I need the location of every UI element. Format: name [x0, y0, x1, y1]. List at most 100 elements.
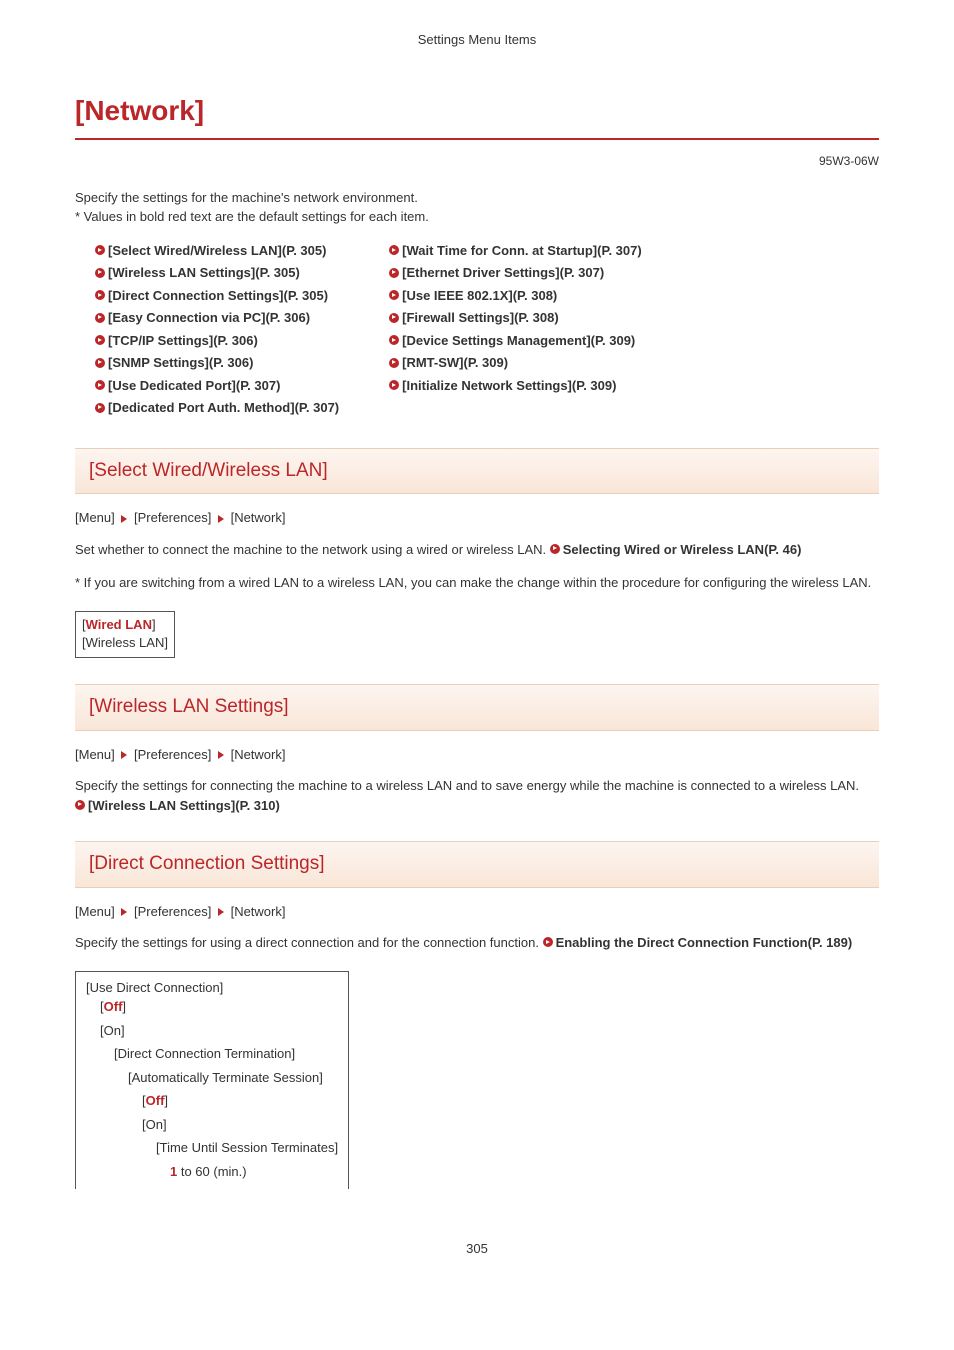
toc-link[interactable]: [Dedicated Port Auth. Method](P. 307) — [95, 398, 339, 418]
section-heading-direct-conn: [Direct Connection Settings] — [75, 841, 879, 888]
toc-link-label: [Wireless LAN Settings](P. 305) — [108, 263, 300, 283]
breadcrumb: [Menu] [Preferences] [Network] — [75, 745, 879, 765]
breadcrumb: [Menu] [Preferences] [Network] — [75, 902, 879, 922]
toc-link[interactable]: [TCP/IP Settings](P. 306) — [95, 331, 339, 351]
breadcrumb: [Menu] [Preferences] [Network] — [75, 508, 879, 528]
inline-xref-label: Enabling the Direct Connection Function(… — [556, 935, 853, 950]
crumb-network: [Network] — [231, 510, 286, 525]
section-note: * If you are switching from a wired LAN … — [75, 573, 879, 593]
bullet-arrow-icon — [389, 335, 399, 345]
crumb-menu: [Menu] — [75, 747, 115, 762]
crumb-menu: [Menu] — [75, 904, 115, 919]
crumb-network: [Network] — [231, 747, 286, 762]
toc-link[interactable]: [Wireless LAN Settings](P. 305) — [95, 263, 339, 283]
page-title: [Network] — [75, 90, 879, 140]
default-value: Off — [104, 999, 123, 1014]
chevron-right-icon — [121, 515, 127, 523]
crumb-preferences: [Preferences] — [134, 747, 211, 762]
toc-link-label: [Direct Connection Settings](P. 305) — [108, 286, 328, 306]
chevron-right-icon — [218, 515, 224, 523]
chevron-right-icon — [121, 908, 127, 916]
range-rest: to 60 (min.) — [177, 1164, 246, 1179]
toc-link[interactable]: [Firewall Settings](P. 308) — [389, 308, 642, 328]
inline-xref-link[interactable]: [Wireless LAN Settings](P. 310) — [75, 798, 280, 813]
toc-link-label: [TCP/IP Settings](P. 306) — [108, 331, 258, 351]
default-value: Off — [146, 1093, 165, 1108]
section-body: Specify the settings for connecting the … — [75, 776, 879, 815]
bullet-arrow-icon — [389, 290, 399, 300]
bullet-arrow-icon — [389, 245, 399, 255]
section-body: Set whether to connect the machine to th… — [75, 540, 879, 560]
chevron-right-icon — [121, 751, 127, 759]
toc-link[interactable]: [Device Settings Management](P. 309) — [389, 331, 642, 351]
toc-link-label: [Initialize Network Settings](P. 309) — [402, 376, 616, 396]
running-header: Settings Menu Items — [75, 30, 879, 50]
crumb-preferences: [Preferences] — [134, 904, 211, 919]
tree-node: [Use Direct Connection] — [86, 978, 338, 998]
toc-link-label: [Device Settings Management](P. 309) — [402, 331, 635, 351]
tree-node: [Automatically Terminate Session] — [128, 1068, 338, 1088]
bullet-arrow-icon — [95, 245, 105, 255]
section-body: Specify the settings for using a direct … — [75, 933, 879, 953]
toc-col-left: [Select Wired/Wireless LAN](P. 305) [Wir… — [95, 241, 339, 418]
inline-xref-link[interactable]: Selecting Wired or Wireless LAN(P. 46) — [550, 542, 802, 557]
bullet-arrow-icon — [550, 544, 560, 554]
tree-node: [Direct Connection Termination] — [114, 1044, 338, 1064]
default-value: Wired LAN — [86, 617, 152, 632]
bullet-arrow-icon — [543, 937, 553, 947]
chevron-right-icon — [218, 751, 224, 759]
body-text: Set whether to connect the machine to th… — [75, 542, 550, 557]
bullet-arrow-icon — [389, 380, 399, 390]
bullet-arrow-icon — [389, 268, 399, 278]
crumb-menu: [Menu] — [75, 510, 115, 525]
inline-xref-label: Selecting Wired or Wireless LAN(P. 46) — [563, 542, 802, 557]
page-number: 305 — [75, 1239, 879, 1259]
option-default: [Wired LAN] — [82, 616, 168, 635]
doc-id: 95W3-06W — [75, 152, 879, 170]
bullet-arrow-icon — [95, 358, 105, 368]
tree-node: [On] — [142, 1115, 338, 1135]
toc-link[interactable]: [Select Wired/Wireless LAN](P. 305) — [95, 241, 339, 261]
crumb-preferences: [Preferences] — [134, 510, 211, 525]
bullet-arrow-icon — [75, 800, 85, 810]
toc-link[interactable]: [RMT-SW](P. 309) — [389, 353, 642, 373]
inline-xref-link[interactable]: Enabling the Direct Connection Function(… — [543, 935, 853, 950]
toc-link-label: [Ethernet Driver Settings](P. 307) — [402, 263, 604, 283]
bullet-arrow-icon — [389, 313, 399, 323]
bullet-arrow-icon — [95, 380, 105, 390]
section-heading-wireless-lan: [Wireless LAN Settings] — [75, 684, 879, 731]
bullet-arrow-icon — [95, 268, 105, 278]
intro-paragraph: Specify the settings for the machine's n… — [75, 188, 879, 227]
value-table: [Wired LAN] [Wireless LAN] — [75, 611, 175, 659]
bullet-arrow-icon — [95, 313, 105, 323]
tree-node: [On] — [100, 1021, 338, 1041]
value-tree: [Use Direct Connection] [Off] [On] [Dire… — [75, 971, 349, 1190]
tree-node-default: [Off] — [100, 997, 338, 1017]
toc-link[interactable]: [SNMP Settings](P. 306) — [95, 353, 339, 373]
toc-link-label: [Select Wired/Wireless LAN](P. 305) — [108, 241, 326, 261]
toc-link-label: [Easy Connection via PC](P. 306) — [108, 308, 310, 328]
intro-line-2: * Values in bold red text are the defaul… — [75, 207, 879, 227]
toc-link-label: [Use IEEE 802.1X](P. 308) — [402, 286, 557, 306]
tree-node-default: [Off] — [142, 1091, 338, 1111]
toc-link[interactable]: [Initialize Network Settings](P. 309) — [389, 376, 642, 396]
toc-link[interactable]: [Easy Connection via PC](P. 306) — [95, 308, 339, 328]
toc-link[interactable]: [Wait Time for Conn. at Startup](P. 307) — [389, 241, 642, 261]
tree-node-range: 1 to 60 (min.) — [170, 1162, 338, 1182]
option-other: [Wireless LAN] — [82, 634, 168, 653]
toc-link-label: [Firewall Settings](P. 308) — [402, 308, 559, 328]
toc-link[interactable]: [Use IEEE 802.1X](P. 308) — [389, 286, 642, 306]
body-text: Specify the settings for connecting the … — [75, 776, 879, 796]
crumb-network: [Network] — [231, 904, 286, 919]
toc-link-label: [SNMP Settings](P. 306) — [108, 353, 253, 373]
toc-link[interactable]: [Ethernet Driver Settings](P. 307) — [389, 263, 642, 283]
tree-node: [Time Until Session Terminates] — [156, 1138, 338, 1158]
bullet-arrow-icon — [389, 358, 399, 368]
inline-xref-label: [Wireless LAN Settings](P. 310) — [88, 798, 280, 813]
toc-link-label: [Use Dedicated Port](P. 307) — [108, 376, 280, 396]
intro-line-1: Specify the settings for the machine's n… — [75, 188, 879, 208]
toc-link[interactable]: [Direct Connection Settings](P. 305) — [95, 286, 339, 306]
toc-link[interactable]: [Use Dedicated Port](P. 307) — [95, 376, 339, 396]
toc-link-label: [RMT-SW](P. 309) — [402, 353, 508, 373]
bullet-arrow-icon — [95, 290, 105, 300]
